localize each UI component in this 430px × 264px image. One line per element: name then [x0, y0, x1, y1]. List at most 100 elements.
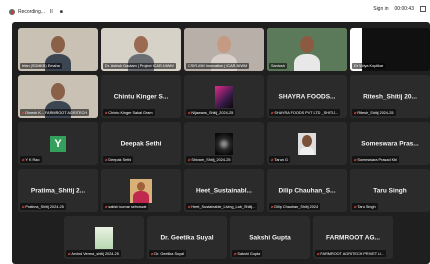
mic-off-icon: ⌀: [151, 251, 154, 256]
meeting-timer: 00:00:43: [394, 6, 414, 12]
participant-tile[interactable]: Heet_Sustainabl... ⌀ Heet_Sustainable_Livi…: [184, 169, 264, 212]
participant-tile[interactable]: Dr. Geetika Suyal ⌀ Dr. Geetika Suyal: [147, 216, 227, 259]
participant-name-label: Dr Vidya Kopilkar: [354, 64, 384, 68]
recording-indicator: Recording... II ■: [9, 6, 65, 18]
mic-off-icon: ⌀: [234, 251, 237, 256]
participant-tile[interactable]: Irfan (SDMKB) Emaha: [18, 28, 98, 71]
participant-tile[interactable]: Chintu Kinger S... ⌀ Chintu Kinger Sakal G…: [101, 75, 181, 118]
participant-name-tag: ⌀ Dinesh K... FARMROOT AGRITECH: [20, 109, 89, 116]
participant-display-name: Heet_Sustainabl...: [196, 187, 252, 194]
participant-tile[interactable]: SHAYRA FOODS... ⌀ SHAYRA FOODS PVT LTD _SH…: [267, 75, 347, 118]
participant-display-name: FARMROOT AG...: [326, 234, 380, 241]
participant-name-tag: ⌀ Heet_Sustainable_Living_Lab_Shitij...: [186, 203, 258, 210]
participant-tile[interactable]: Ritesh_Shitij 20... ⌀ Ritesh_Shitij 2024-2…: [350, 75, 430, 118]
mic-off-icon: ⌀: [22, 204, 25, 209]
participant-tile[interactable]: ⌀ Nijawans_Shitij_2024-25: [184, 75, 264, 118]
mic-off-icon: ⌀: [271, 204, 274, 209]
participant-tile[interactable]: ⌀ satish kumar sehrawat: [101, 169, 181, 212]
participant-display-name: Sakshi Gupta: [249, 234, 291, 241]
participant-tile[interactable]: Y ⌀ Y K Rao: [18, 122, 98, 165]
stop-recording-button[interactable]: ■: [58, 9, 65, 15]
mic-off-icon: ⌀: [68, 251, 71, 256]
participant-name-tag: ⌀ Taru Singh: [352, 203, 378, 210]
participant-name-label: Ritesh_Shitij 2024-25: [357, 110, 394, 115]
participant-tile[interactable]: Taru Singh ⌀ Taru Singh: [350, 169, 430, 212]
participant-name-tag: ⌀ Tarun G: [269, 156, 290, 163]
participant-name-tag: Santosh: [269, 63, 287, 69]
participant-tile[interactable]: Someswara Pras... ⌀ Someswara Prasad Kbl: [350, 122, 430, 165]
participant-tile[interactable]: Sakshi Gupta ⌀ Sakshi Gupta: [230, 216, 310, 259]
participant-name-label: CSIR-IIIM Innovation | ICAR-NIWM: [188, 64, 248, 68]
record-icon: [9, 9, 15, 15]
participant-name-tag: ⌀ Nijawans_Shitij_2024-25: [186, 109, 236, 116]
participant-name-tag: Dr. Ashish Gautam | Project ICAR-NIWM: [103, 63, 176, 69]
participant-display-name: Taru Singh: [373, 187, 407, 194]
participant-name-tag: ⌀ Dr. Geetika Suyal: [149, 250, 186, 257]
participant-name-label: Dr. Geetika Suyal: [154, 251, 184, 256]
mic-off-icon: ⌀: [354, 204, 357, 209]
participant-name-label: Sakshi Gupta: [237, 251, 261, 256]
mic-off-icon: ⌀: [354, 157, 357, 162]
participant-display-name: SHAYRA FOODS...: [278, 93, 336, 100]
participant-tile[interactable]: ⌀ Tarun G: [267, 122, 347, 165]
participant-name-label: Deepak Sethi: [108, 157, 132, 162]
participant-tile[interactable]: Pratima_Shitij 2... ⌀ Pratima_Shitij 2024-…: [18, 169, 98, 212]
participant-name-tag: Dr Vidya Kopilkar: [352, 63, 386, 69]
participant-tile[interactable]: ⌀ Arvind Verma_shitij 2024-25: [64, 216, 144, 259]
participant-name-tag: ⌀ Sakshi Gupta: [232, 250, 263, 257]
participant-name-label: Dr. Ashish Gautam | Project ICAR-NIWM: [105, 64, 174, 68]
participant-name-tag: ⌀ Dilip Chauhan_Shitij 2024: [269, 203, 321, 210]
participant-tile[interactable]: Dilip Chauhan_S... ⌀ Dilip Chauhan_Shitij …: [267, 169, 347, 212]
participant-name-label: Shivam_Shitij_2024-25: [191, 157, 231, 162]
mic-off-icon: ⌀: [188, 157, 191, 162]
mic-off-icon: ⌀: [105, 157, 108, 162]
participant-name-tag: ⌀ Shivam_Shitij_2024-25: [186, 156, 233, 163]
mic-off-icon: ⌀: [317, 251, 320, 256]
participant-name-tag: Irfan (SDMKB) Emaha: [20, 63, 62, 69]
mic-off-icon: ⌀: [22, 110, 25, 115]
participant-display-name: Dr. Geetika Suyal: [160, 234, 214, 241]
mic-off-icon: ⌀: [271, 157, 274, 162]
participant-display-name: Chintu Kinger S...: [113, 93, 169, 100]
browser-top-bar: Recording... II ■ Sign in 00:00:43: [0, 0, 430, 22]
participant-name-label: Tarun G: [274, 157, 288, 162]
gallery-view-icon[interactable]: [420, 6, 426, 12]
mic-off-icon: ⌀: [188, 204, 191, 209]
participant-name-label: Taru Singh: [357, 204, 376, 209]
sign-in-link[interactable]: Sign in: [373, 6, 388, 12]
participant-tile[interactable]: Dr Vidya Kopilkar: [350, 28, 430, 71]
mic-off-icon: ⌀: [354, 110, 357, 115]
participant-name-label: Heet_Sustainable_Living_Lab_Shitij...: [191, 204, 256, 209]
participant-name-label: SHAYRA FOODS PVT LTD _SHITIJ...: [274, 110, 339, 115]
participant-tile[interactable]: ⌀ Shivam_Shitij_2024-25: [184, 122, 264, 165]
participant-name-tag: ⌀ Chintu Kinger Sakal Gram: [103, 109, 155, 116]
mic-off-icon: ⌀: [188, 110, 191, 115]
participant-tile[interactable]: Deepak Sethi ⌀ Deepak Sethi: [101, 122, 181, 165]
participant-name-label: satish kumar sehrawat: [108, 204, 147, 209]
mic-off-icon: ⌀: [22, 157, 25, 162]
participant-tile[interactable]: CSIR-IIIM Innovation | ICAR-NIWM: [184, 28, 264, 71]
participant-name-tag: ⌀ Ritesh_Shitij 2024-25: [352, 109, 396, 116]
participant-name-label: Arvind Verma_shitij 2024-25: [71, 251, 119, 256]
participant-name-label: Someswara Prasad Kbl: [357, 157, 398, 162]
participant-name-tag: ⌀ Arvind Verma_shitij 2024-25: [66, 250, 121, 257]
participant-name-tag: ⌀ satish kumar sehrawat: [103, 203, 149, 210]
participant-display-name: Dilip Chauhan_S...: [278, 187, 336, 194]
participant-name-label: Santosh: [271, 64, 285, 68]
participant-display-name: Pratima_Shitij 2...: [30, 187, 86, 194]
participant-display-name: Deepak Sethi: [120, 140, 162, 147]
video-gallery: Irfan (SDMKB) Emaha Dr. Ashish Gautam | P…: [12, 22, 430, 264]
participant-name-tag: ⌀ Deepak Sethi: [103, 156, 134, 163]
participant-name-label: Dilip Chauhan_Shitij 2024: [274, 204, 319, 209]
participant-name-tag: ⌀ Someswara Prasad Kbl: [352, 156, 400, 163]
recording-label: Recording...: [18, 9, 45, 15]
participant-tile[interactable]: FARMROOT AG... ⌀ FARMROOT AGRITECH PRIVET …: [313, 216, 393, 259]
participant-tile[interactable]: ⌀ Dinesh K... FARMROOT AGRITECH: [18, 75, 98, 118]
participant-name-label: FARMROOT AGRITECH PRIVET LI...: [320, 251, 385, 256]
mic-off-icon: ⌀: [271, 110, 274, 115]
participant-tile[interactable]: Santosh: [267, 28, 347, 71]
participant-tile[interactable]: Dr. Ashish Gautam | Project ICAR-NIWM: [101, 28, 181, 71]
participant-name-label: Pratima_Shitij 2024-25: [25, 204, 64, 209]
pause-recording-button[interactable]: II: [48, 9, 55, 15]
participant-name-label: Irfan (SDMKB) Emaha: [22, 64, 60, 68]
